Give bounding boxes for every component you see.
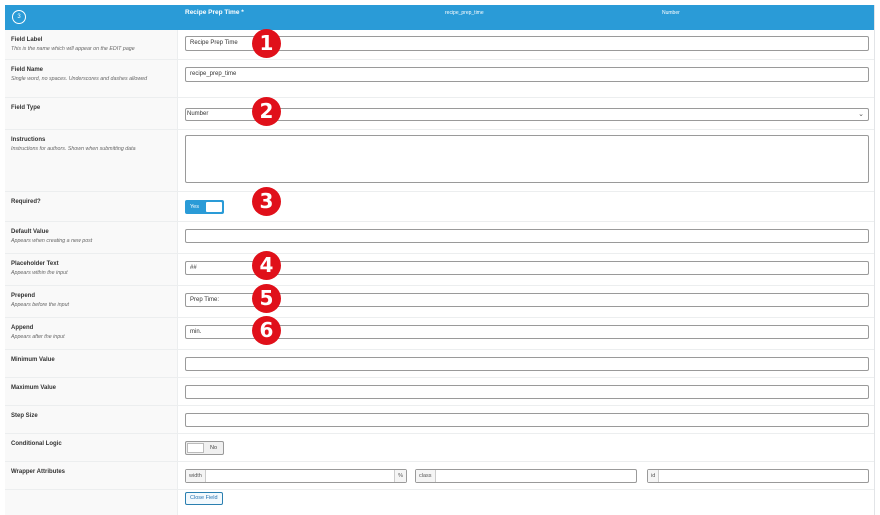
row-step: Step Size xyxy=(5,406,874,434)
description: Instructions for authors. Shown when sub… xyxy=(11,146,136,152)
conditional-logic-toggle[interactable]: No xyxy=(185,441,224,455)
step-size-input[interactable] xyxy=(185,413,869,427)
field-type-select[interactable]: Number ⌄ xyxy=(185,108,869,121)
row-placeholder: Placeholder Text Appears within the input… xyxy=(5,254,874,286)
field-settings-panel: 3 Recipe Prep Time * recipe_prep_time Nu… xyxy=(5,5,875,515)
row-append: Append Appears after the input min. xyxy=(5,318,874,350)
row-min: Minimum Value xyxy=(5,350,874,378)
row-prepend: Prepend Appears before the input Prep Tim… xyxy=(5,286,874,318)
description: Appears before the input xyxy=(11,302,70,308)
row-max: Maximum Value xyxy=(5,378,874,406)
field-order-number: 3 xyxy=(12,10,26,24)
label: Placeholder Text xyxy=(11,261,59,267)
label: Maximum Value xyxy=(11,385,57,391)
field-header[interactable]: 3 Recipe Prep Time * recipe_prep_time Nu… xyxy=(5,5,874,30)
label: Field Name xyxy=(11,67,44,73)
label: Field Type xyxy=(11,105,41,111)
toggle-label: No xyxy=(210,445,218,451)
wrapper-class-input[interactable]: class xyxy=(415,469,637,483)
description: Appears within the input xyxy=(11,270,68,276)
label: Wrapper Attributes xyxy=(11,469,66,475)
row-conditional-logic: Conditional Logic No xyxy=(5,434,874,462)
footer-label-column xyxy=(5,490,178,515)
prepend-input[interactable]: Prep Time: xyxy=(185,293,869,307)
close-field-button[interactable]: Close Field xyxy=(185,492,223,505)
callout-badge-5: 5 xyxy=(252,284,281,313)
chevron-down-icon: ⌄ xyxy=(858,111,864,118)
selected-value: Number xyxy=(187,111,209,117)
label: Step Size xyxy=(11,413,38,419)
row-field-label: Field Label This is the name which will a… xyxy=(5,30,874,60)
toggle-label: Yes xyxy=(190,204,199,210)
row-default-value: Default Value Appears when creating a new… xyxy=(5,222,874,254)
label: Prepend xyxy=(11,293,36,299)
append-input[interactable]: min. xyxy=(185,325,869,339)
callout-badge-6: 6 xyxy=(252,316,281,345)
row-required: Required? Yes xyxy=(5,192,874,222)
required-toggle[interactable]: Yes xyxy=(185,200,224,214)
width-prefix: width xyxy=(186,470,206,482)
percent-suffix: % xyxy=(394,470,406,482)
field-label-input[interactable]: Recipe Prep Time xyxy=(185,36,869,51)
header-field-name: recipe_prep_time xyxy=(445,10,484,16)
header-field-label: Recipe Prep Time * xyxy=(185,9,244,16)
id-prefix: id xyxy=(648,470,660,482)
description: Single word, no spaces. Underscores and … xyxy=(11,76,148,82)
header-field-type: Number xyxy=(662,10,680,16)
class-prefix: class xyxy=(416,470,436,482)
label: Field Label xyxy=(11,37,43,43)
label: Append xyxy=(11,325,34,331)
placeholder-input[interactable]: ## xyxy=(185,261,869,275)
description: Appears after the input xyxy=(11,334,65,340)
label: Required? xyxy=(11,199,41,205)
label: Minimum Value xyxy=(11,357,55,363)
row-instructions: Instructions Instructions for authors. Sh… xyxy=(5,130,874,192)
description: Appears when creating a new post xyxy=(11,238,93,244)
instructions-textarea[interactable] xyxy=(185,135,869,183)
callout-badge-2: 2 xyxy=(252,97,281,126)
wrapper-id-input[interactable]: id xyxy=(647,469,869,483)
label: Conditional Logic xyxy=(11,441,62,447)
label: Instructions xyxy=(11,137,46,143)
label: Default Value xyxy=(11,229,49,235)
callout-badge-3: 3 xyxy=(252,187,281,216)
field-name-input[interactable]: recipe_prep_time xyxy=(185,67,869,82)
minimum-value-input[interactable] xyxy=(185,357,869,371)
callout-badge-4: 4 xyxy=(252,251,281,280)
maximum-value-input[interactable] xyxy=(185,385,869,399)
row-field-type: Field Type Number ⌄ xyxy=(5,98,874,130)
row-field-name: Field Name Single word, no spaces. Unders… xyxy=(5,60,874,98)
callout-badge-1: 1 xyxy=(252,29,281,58)
description: This is the name which will appear on th… xyxy=(11,46,135,52)
default-value-input[interactable] xyxy=(185,229,869,243)
wrapper-width-input[interactable]: width% xyxy=(185,469,407,483)
row-wrapper-attributes: Wrapper Attributes width% class id xyxy=(5,462,874,490)
